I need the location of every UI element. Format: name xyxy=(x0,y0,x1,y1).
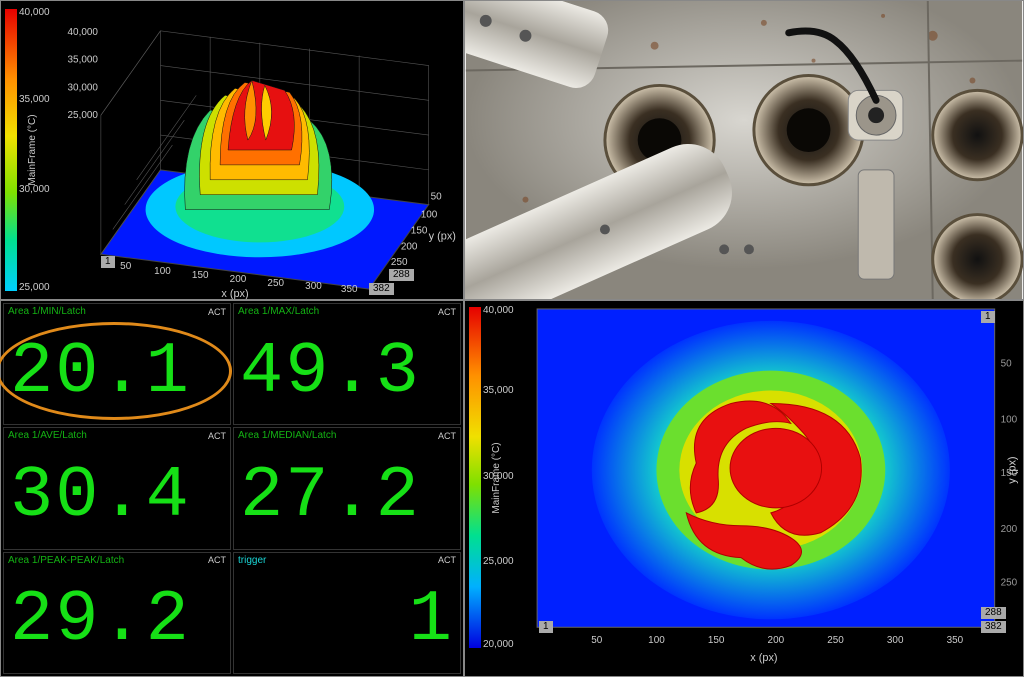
svg-text:200: 200 xyxy=(401,241,418,252)
svg-text:150: 150 xyxy=(192,270,209,281)
colorbar-3d-label: MainFrame (°C) xyxy=(27,114,38,185)
svg-text:250: 250 xyxy=(391,257,408,268)
x-max-badge: 382 xyxy=(369,283,394,295)
readouts-panel: Area 1/MIN/Latch ACT 20.1 Area 1/MAX/Latc… xyxy=(0,300,464,677)
readout-value: 27.2 xyxy=(234,443,460,548)
readout-value: 20.1 xyxy=(4,319,230,424)
svg-text:100: 100 xyxy=(648,635,665,646)
readout-title: Area 1/MEDIAN/Latch xyxy=(238,430,336,441)
svg-text:250: 250 xyxy=(267,278,284,289)
y-axis-label-3d: y (px) xyxy=(429,230,456,242)
svg-text:40,000: 40,000 xyxy=(68,27,99,38)
readout-trigger[interactable]: trigger ACT 1 xyxy=(233,552,461,674)
colorbar-2d: 40,000 35,000 30,000 25,000 20,000 MainF… xyxy=(469,307,499,648)
x-axis-label-3d: x (px) xyxy=(221,288,248,299)
y-axis-label-2d: y (px) xyxy=(1007,456,1019,483)
svg-text:250: 250 xyxy=(827,635,844,646)
svg-text:150: 150 xyxy=(411,225,428,236)
svg-text:100: 100 xyxy=(1001,414,1018,425)
readout-title: trigger xyxy=(238,555,266,566)
x-axis-label-2d: x (px) xyxy=(750,652,777,664)
act-label: ACT xyxy=(438,431,456,441)
readout-value: 30.4 xyxy=(4,443,230,548)
readout-value: 29.2 xyxy=(4,568,230,673)
svg-text:250: 250 xyxy=(1001,577,1018,588)
svg-text:50: 50 xyxy=(591,635,603,646)
x-min-badge-2d: 1 xyxy=(539,621,553,633)
svg-text:200: 200 xyxy=(1001,524,1018,535)
svg-text:150: 150 xyxy=(708,635,725,646)
heatmap-2d-plot: 50100150 200250300350 x (px) 50100150 20… xyxy=(465,301,1023,676)
svg-text:350: 350 xyxy=(947,635,964,646)
svg-text:200: 200 xyxy=(230,274,247,285)
svg-text:350: 350 xyxy=(341,284,358,295)
svg-text:30,000: 30,000 xyxy=(68,82,99,93)
svg-text:300: 300 xyxy=(305,281,322,292)
act-label: ACT xyxy=(208,307,226,317)
cb2d-tick: 35,000 xyxy=(483,385,514,396)
cb3d-tick: 35,000 xyxy=(19,94,50,105)
readout-min[interactable]: Area 1/MIN/Latch ACT 20.1 xyxy=(3,303,231,425)
act-label: ACT xyxy=(438,307,456,317)
thermal-3d-surface-panel[interactable]: 40,000 35,000 30,000 25,000 MainFrame (°… xyxy=(0,0,464,300)
readout-title: Area 1/MAX/Latch xyxy=(238,306,319,317)
readout-value: 49.3 xyxy=(234,319,460,424)
surface-3d-plot: 50 100 150 200 250 300 350 x (px) 50 100 150 20… xyxy=(1,1,463,299)
colorbar-3d: 40,000 35,000 30,000 25,000 MainFrame (°… xyxy=(5,9,35,291)
readout-max[interactable]: Area 1/MAX/Latch ACT 49.3 xyxy=(233,303,461,425)
cb2d-tick: 20,000 xyxy=(483,639,514,650)
cb3d-tick: 25,000 xyxy=(19,282,50,293)
y-max-badge: 288 xyxy=(389,269,414,281)
svg-text:50: 50 xyxy=(431,192,443,203)
readout-peakpeak[interactable]: Area 1/PEAK-PEAK/Latch ACT 29.2 xyxy=(3,552,231,674)
colorbar-2d-label: MainFrame (°C) xyxy=(491,442,502,513)
svg-text:50: 50 xyxy=(120,261,132,272)
cb3d-tick: 40,000 xyxy=(19,7,50,18)
svg-text:200: 200 xyxy=(768,635,785,646)
readout-title: Area 1/PEAK-PEAK/Latch xyxy=(8,555,124,566)
x-min-badge: 1 xyxy=(101,256,115,268)
readout-ave[interactable]: Area 1/AVE/Latch ACT 30.4 xyxy=(3,427,231,549)
readout-title: Area 1/MIN/Latch xyxy=(8,306,86,317)
camera-view-panel[interactable] xyxy=(464,0,1024,300)
readout-value: 1 xyxy=(234,568,460,673)
camera-image xyxy=(465,1,1023,299)
svg-text:35,000: 35,000 xyxy=(68,55,99,66)
readout-median[interactable]: Area 1/MEDIAN/Latch ACT 27.2 xyxy=(233,427,461,549)
act-label: ACT xyxy=(438,555,456,565)
x-max-badge-2d: 382 xyxy=(981,621,1006,633)
svg-text:100: 100 xyxy=(421,210,438,221)
svg-text:25,000: 25,000 xyxy=(68,110,99,121)
act-label: ACT xyxy=(208,555,226,565)
thermal-2d-heatmap-panel[interactable]: 40,000 35,000 30,000 25,000 20,000 MainF… xyxy=(464,300,1024,677)
readout-title: Area 1/AVE/Latch xyxy=(8,430,87,441)
cb2d-tick: 25,000 xyxy=(483,556,514,567)
svg-text:50: 50 xyxy=(1001,359,1013,370)
svg-text:300: 300 xyxy=(887,635,904,646)
cb2d-tick: 40,000 xyxy=(483,305,514,316)
act-label: ACT xyxy=(208,431,226,441)
svg-text:100: 100 xyxy=(154,266,171,277)
y-min-badge-2d: 1 xyxy=(981,311,995,323)
y-max-badge-2d: 288 xyxy=(981,607,1006,619)
